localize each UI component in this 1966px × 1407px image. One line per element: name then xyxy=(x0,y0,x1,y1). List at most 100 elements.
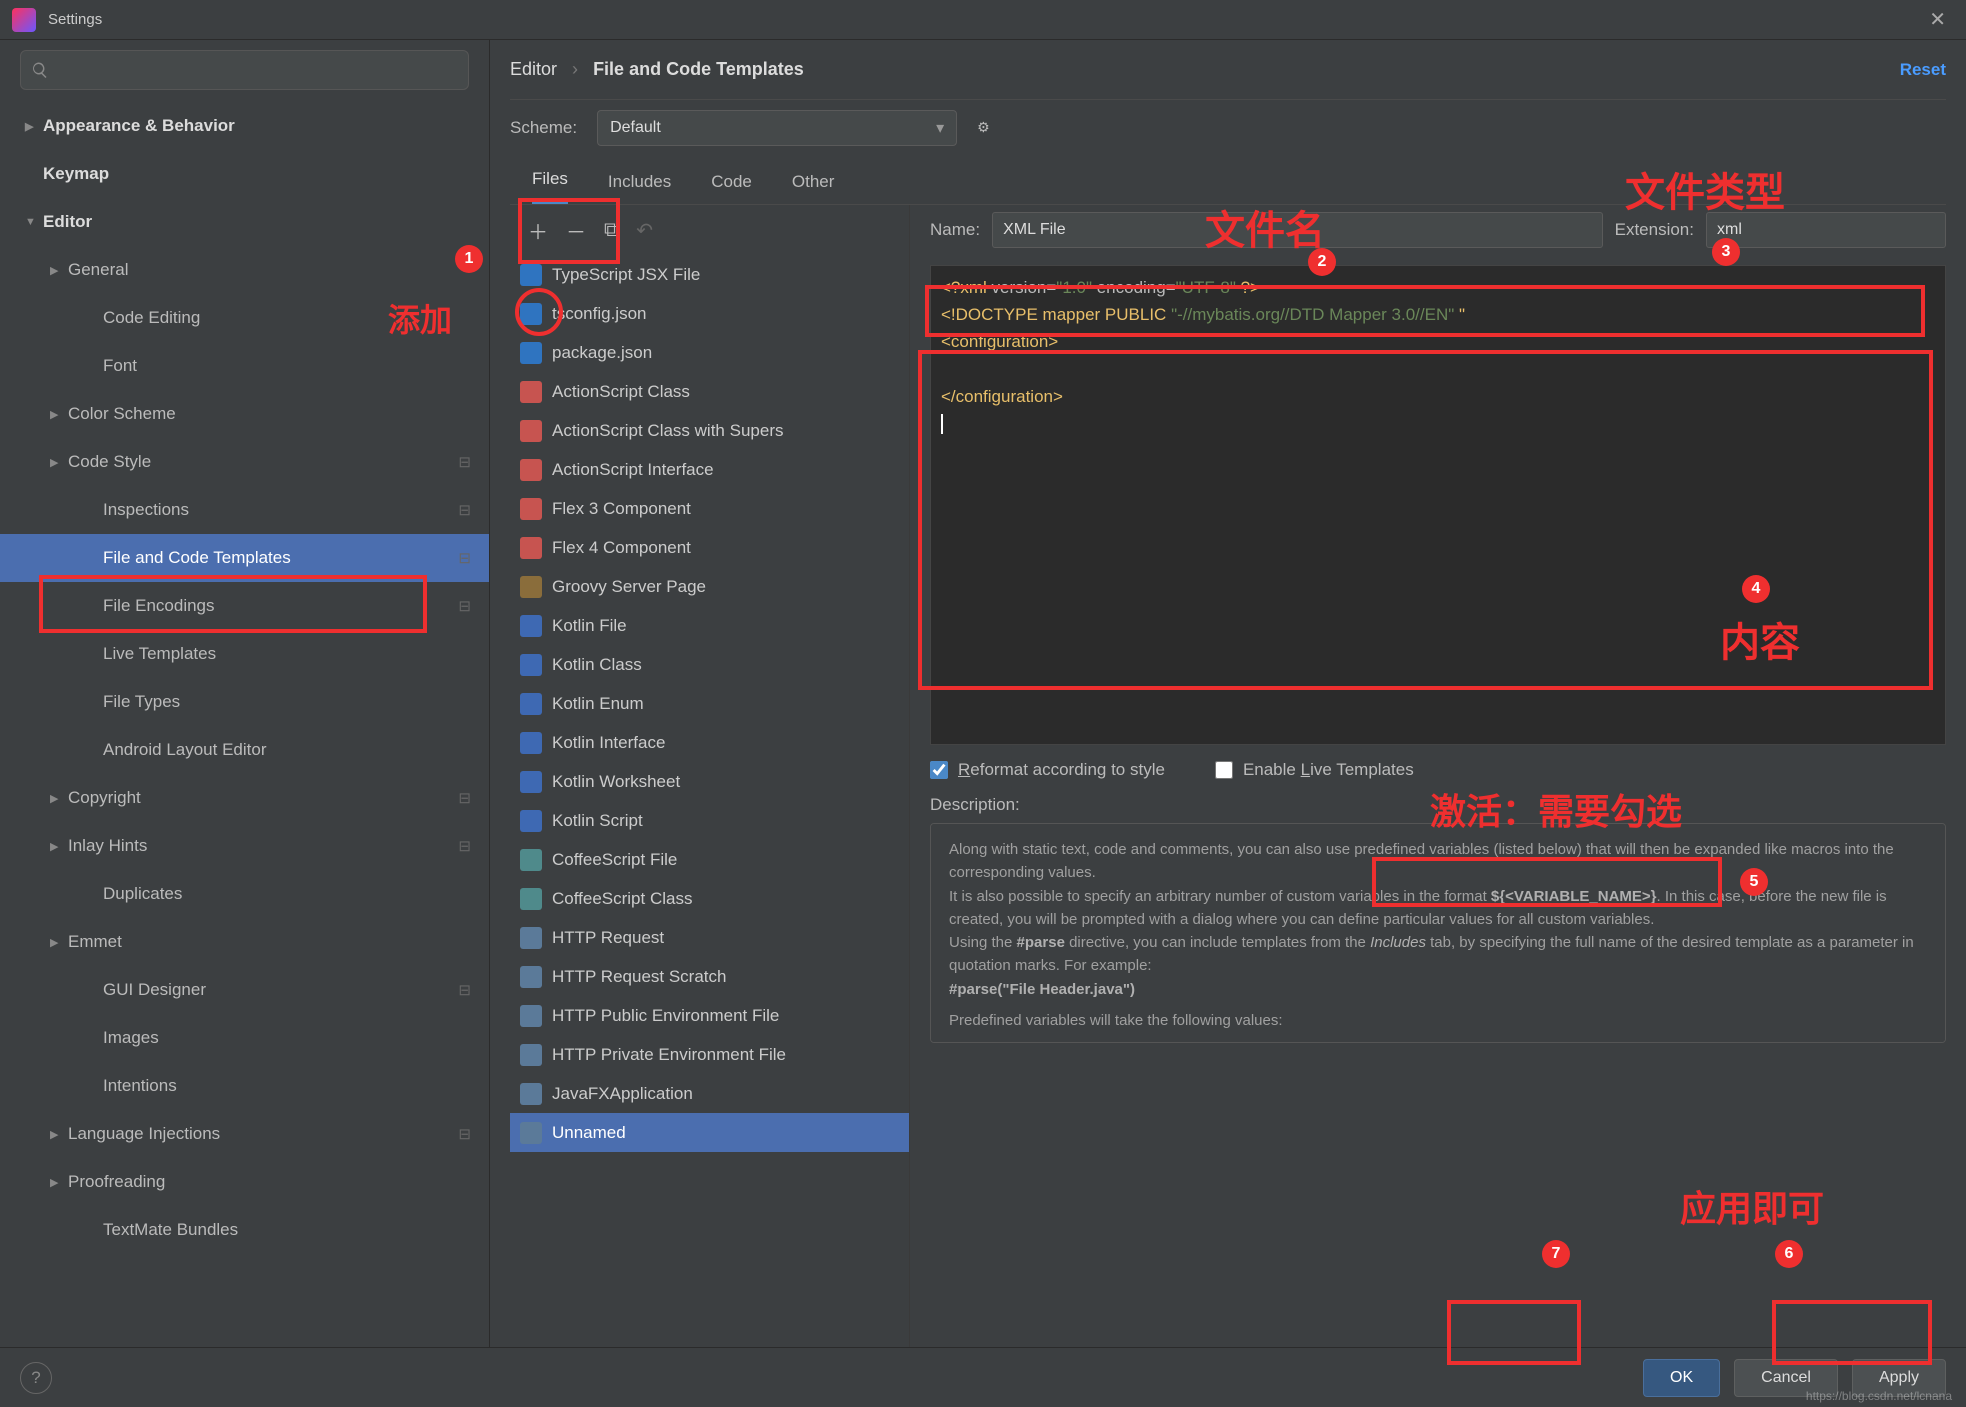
sidebar-item[interactable]: Android Layout Editor xyxy=(0,726,489,774)
enable-live-templates-checkbox[interactable]: Enable Live Templates xyxy=(1215,760,1414,780)
template-list-item[interactable]: HTTP Request Scratch xyxy=(510,957,909,996)
tab-code[interactable]: Code xyxy=(711,172,752,204)
breadcrumb-root[interactable]: Editor xyxy=(510,59,557,79)
file-type-icon xyxy=(520,888,542,910)
template-list-item[interactable]: JavaFXApplication xyxy=(510,1074,909,1113)
tab-other[interactable]: Other xyxy=(792,172,835,204)
template-list-item[interactable]: ActionScript Class with Supers xyxy=(510,411,909,450)
gear-icon[interactable]: ⚙ xyxy=(977,119,990,136)
sidebar-item[interactable]: Duplicates xyxy=(0,870,489,918)
breadcrumb-current: File and Code Templates xyxy=(593,59,804,79)
template-list-item[interactable]: Kotlin Script xyxy=(510,801,909,840)
file-type-icon xyxy=(520,732,542,754)
search-icon xyxy=(31,61,49,79)
template-list-item[interactable]: CoffeeScript Class xyxy=(510,879,909,918)
scheme-label: Scheme: xyxy=(510,118,577,138)
template-extension-input[interactable] xyxy=(1706,212,1946,248)
file-type-icon xyxy=(520,654,542,676)
template-list-item[interactable]: Groovy Server Page xyxy=(510,567,909,606)
sidebar-item[interactable]: Keymap xyxy=(0,150,489,198)
sidebar-item[interactable]: ▶General xyxy=(0,246,489,294)
watermark: https://blog.csdn.net/lcnana xyxy=(1806,1389,1952,1403)
file-type-icon xyxy=(520,771,542,793)
file-type-icon xyxy=(520,381,542,403)
description-label: Description: xyxy=(930,795,1946,815)
template-list-item[interactable]: HTTP Public Environment File xyxy=(510,996,909,1035)
settings-tree[interactable]: ▶Appearance & BehaviorKeymap▼Editor▶Gene… xyxy=(0,102,489,1347)
file-type-icon xyxy=(520,264,542,286)
template-list-item[interactable]: HTTP Request xyxy=(510,918,909,957)
file-type-icon xyxy=(520,420,542,442)
reset-link[interactable]: Reset xyxy=(1900,60,1946,80)
template-name-input[interactable] xyxy=(992,212,1603,248)
ok-button[interactable]: OK xyxy=(1643,1359,1720,1397)
sidebar-item[interactable]: File Encodings⊟ xyxy=(0,582,489,630)
sidebar-item[interactable]: Font xyxy=(0,342,489,390)
template-list-item[interactable]: package.json xyxy=(510,333,909,372)
sidebar-item[interactable]: File Types xyxy=(0,678,489,726)
template-list-item[interactable]: TypeScript JSX File xyxy=(510,255,909,294)
file-type-icon xyxy=(520,966,542,988)
template-list-item[interactable]: Kotlin Worksheet xyxy=(510,762,909,801)
sidebar-item[interactable]: ▶Inlay Hints⊟ xyxy=(0,822,489,870)
help-button[interactable]: ? xyxy=(20,1362,52,1394)
scheme-select[interactable]: Default ▾ xyxy=(597,110,957,146)
tab-files[interactable]: Files xyxy=(532,169,568,204)
template-code-editor[interactable]: <?xml version="1.0" encoding="UTF-8" ?> … xyxy=(930,265,1946,745)
file-type-icon xyxy=(520,303,542,325)
file-type-icon xyxy=(520,576,542,598)
sidebar-item[interactable]: GUI Designer⊟ xyxy=(0,966,489,1014)
sidebar-item[interactable]: File and Code Templates⊟ xyxy=(0,534,489,582)
sidebar-item[interactable]: TextMate Bundles xyxy=(0,1206,489,1254)
template-list-item[interactable]: ActionScript Interface xyxy=(510,450,909,489)
file-type-icon xyxy=(520,498,542,520)
sidebar-item[interactable]: ▼Editor xyxy=(0,198,489,246)
sidebar-item[interactable]: Inspections⊟ xyxy=(0,486,489,534)
app-icon xyxy=(12,8,36,32)
add-template-button[interactable]: ＋ xyxy=(528,216,548,245)
description-box: Along with static text, code and comment… xyxy=(930,823,1946,1043)
template-list-item[interactable]: Flex 3 Component xyxy=(510,489,909,528)
sidebar-item[interactable]: ▶Language Injections⊟ xyxy=(0,1110,489,1158)
sidebar-item[interactable]: Intentions xyxy=(0,1062,489,1110)
chevron-down-icon: ▾ xyxy=(936,118,944,138)
settings-sidebar: ▶Appearance & BehaviorKeymap▼Editor▶Gene… xyxy=(0,40,490,1347)
template-list-item[interactable]: Kotlin Class xyxy=(510,645,909,684)
sidebar-item[interactable]: ▶Copyright⊟ xyxy=(0,774,489,822)
tab-includes[interactable]: Includes xyxy=(608,172,671,204)
sidebar-item[interactable]: ▶Color Scheme xyxy=(0,390,489,438)
template-list-item[interactable]: Flex 4 Component xyxy=(510,528,909,567)
sidebar-item[interactable]: ▶Code Style⊟ xyxy=(0,438,489,486)
scheme-value: Default xyxy=(610,119,661,137)
template-list-item[interactable]: HTTP Private Environment File xyxy=(510,1035,909,1074)
sidebar-item[interactable]: Live Templates xyxy=(0,630,489,678)
file-type-icon xyxy=(520,693,542,715)
file-type-icon xyxy=(520,810,542,832)
template-list-item[interactable]: CoffeeScript File xyxy=(510,840,909,879)
file-type-icon xyxy=(520,615,542,637)
settings-search-input[interactable] xyxy=(20,50,469,90)
remove-template-button[interactable]: － xyxy=(566,216,586,245)
template-list-item[interactable]: Kotlin File xyxy=(510,606,909,645)
file-type-icon xyxy=(520,1005,542,1027)
sidebar-item[interactable]: ▶Proofreading xyxy=(0,1158,489,1206)
file-type-icon xyxy=(520,849,542,871)
template-list-item[interactable]: Kotlin Interface xyxy=(510,723,909,762)
template-list-item[interactable]: ActionScript Class xyxy=(510,372,909,411)
template-list-item[interactable]: tsconfig.json xyxy=(510,294,909,333)
template-list-item[interactable]: Unnamed xyxy=(510,1113,909,1152)
extension-label: Extension: xyxy=(1615,220,1694,240)
copy-template-button[interactable]: ⧉ xyxy=(604,219,618,242)
sidebar-item[interactable]: ▶Emmet xyxy=(0,918,489,966)
breadcrumb-sep: › xyxy=(572,59,578,79)
sidebar-item[interactable]: ▶Appearance & Behavior xyxy=(0,102,489,150)
sidebar-item[interactable]: Images xyxy=(0,1014,489,1062)
template-list[interactable]: TypeScript JSX Filetsconfig.jsonpackage.… xyxy=(510,255,909,1347)
close-button[interactable]: ✕ xyxy=(1921,7,1954,32)
reformat-checkbox[interactable]: Reformat according to style xyxy=(930,760,1165,780)
file-type-icon xyxy=(520,537,542,559)
template-list-item[interactable]: Kotlin Enum xyxy=(510,684,909,723)
undo-button[interactable]: ↶ xyxy=(636,218,653,243)
file-type-icon xyxy=(520,342,542,364)
sidebar-item[interactable]: Code Editing xyxy=(0,294,489,342)
